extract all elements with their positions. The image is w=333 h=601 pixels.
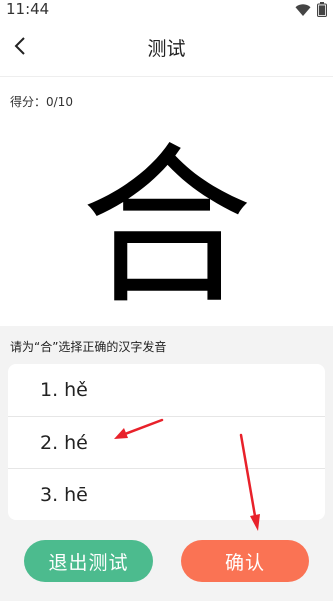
option-3[interactable]: 3. hē — [8, 468, 325, 520]
option-2[interactable]: 2. hé — [8, 416, 325, 468]
exit-test-button[interactable]: 退出测试 — [24, 540, 153, 582]
question-character: 合 — [80, 127, 253, 328]
option-pinyin: hé — [64, 431, 88, 454]
question-prompt: 请为“合”选择正确的汉字发音 — [10, 340, 167, 354]
option-number: 3. — [40, 483, 59, 506]
battery-icon — [317, 2, 327, 21]
status-icons — [295, 2, 327, 21]
options-list: 1. hě 2. hé 3. hē — [8, 364, 325, 520]
header: 测试 — [0, 22, 333, 77]
wifi-icon — [295, 2, 311, 21]
option-1[interactable]: 1. hě — [8, 364, 325, 416]
status-bar: 11:44 — [0, 0, 333, 20]
answer-panel: 请为“合”选择正确的汉字发音 1. hě 2. hé 3. hē 退出测试 确认 — [0, 326, 333, 601]
option-number: 1. — [40, 379, 59, 401]
option-pinyin: hě — [64, 379, 88, 401]
score-text: 得分：0/10 — [10, 95, 73, 109]
status-time: 11:44 — [6, 0, 50, 18]
option-pinyin: hē — [64, 483, 88, 506]
page-title: 测试 — [147, 38, 186, 60]
option-number: 2. — [40, 431, 59, 454]
confirm-button[interactable]: 确认 — [181, 540, 309, 582]
